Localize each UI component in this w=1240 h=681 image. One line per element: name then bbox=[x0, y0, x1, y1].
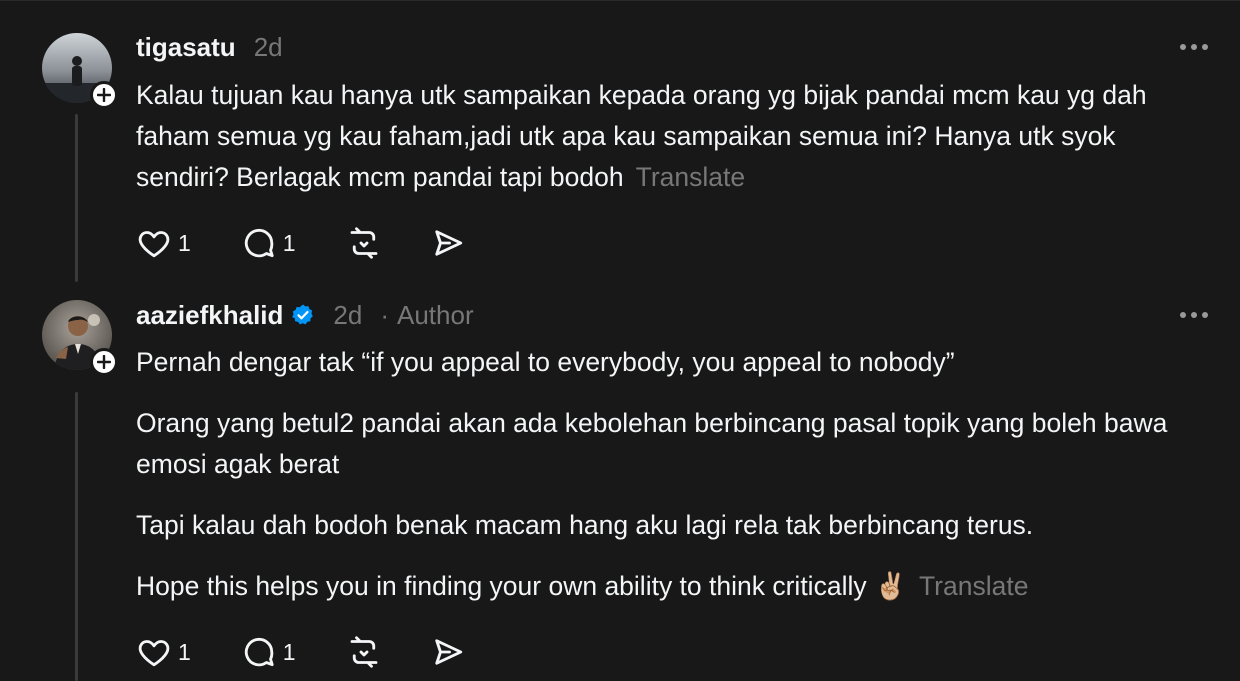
reply-button[interactable]: 1 bbox=[241, 225, 296, 261]
post-paragraph: Orang yang betul2 pandai akan ada kebole… bbox=[136, 408, 1168, 479]
post-paragraph: Tapi kalau dah bodoh benak macam hang ak… bbox=[136, 510, 1034, 540]
action-bar: 1 1 bbox=[136, 634, 466, 670]
translate-link[interactable]: Translate bbox=[636, 162, 745, 192]
repost-icon bbox=[350, 636, 378, 668]
send-icon bbox=[434, 230, 462, 256]
heart-icon bbox=[138, 231, 170, 258]
like-count: 1 bbox=[178, 638, 191, 665]
follow-plus-icon[interactable] bbox=[90, 348, 118, 376]
avatar-tigasatu[interactable] bbox=[42, 33, 118, 109]
avatar-aaziefkhalid[interactable] bbox=[42, 300, 118, 376]
author-label: Author bbox=[397, 300, 474, 330]
send-icon bbox=[434, 639, 462, 665]
more-options-icon[interactable] bbox=[1180, 312, 1208, 318]
comment-icon bbox=[244, 637, 274, 667]
post-body: Pernah dengar tak “if you appeal to ever… bbox=[136, 342, 1196, 607]
repost-icon bbox=[350, 227, 378, 259]
thread-line bbox=[75, 392, 78, 681]
post-paragraph: Pernah dengar tak “if you appeal to ever… bbox=[136, 347, 955, 377]
repost-button[interactable] bbox=[346, 225, 382, 261]
reply-button[interactable]: 1 bbox=[241, 634, 296, 670]
action-bar: 1 1 bbox=[136, 225, 466, 261]
post-header: aaziefkhalid 2d · Author bbox=[136, 299, 474, 331]
username[interactable]: tigasatu bbox=[136, 31, 236, 63]
comment-icon bbox=[244, 228, 274, 258]
separator-dot: · bbox=[380, 300, 389, 330]
share-button[interactable] bbox=[430, 225, 466, 261]
post-body: Kalau tujuan kau hanya utk sampaikan kep… bbox=[136, 75, 1196, 198]
post-paragraph: Hope this helps you in finding your own … bbox=[136, 571, 1029, 601]
like-count: 1 bbox=[178, 229, 191, 256]
like-button[interactable]: 1 bbox=[136, 634, 191, 670]
follow-plus-icon[interactable] bbox=[90, 81, 118, 109]
share-button[interactable] bbox=[430, 634, 466, 670]
like-button[interactable]: 1 bbox=[136, 225, 191, 261]
reply-count: 1 bbox=[282, 638, 296, 665]
translate-link[interactable]: Translate bbox=[919, 571, 1028, 601]
reply-count: 1 bbox=[282, 229, 296, 256]
thread-line bbox=[75, 114, 78, 282]
username[interactable]: aaziefkhalid bbox=[136, 299, 283, 331]
heart-icon bbox=[138, 640, 170, 667]
repost-button[interactable] bbox=[346, 634, 382, 670]
verified-badge-icon bbox=[291, 303, 315, 327]
top-divider bbox=[0, 0, 1240, 1]
post-header: tigasatu 2d bbox=[136, 31, 283, 63]
more-options-icon[interactable] bbox=[1180, 44, 1208, 50]
timestamp[interactable]: 2d bbox=[254, 31, 283, 63]
post-paragraph: Kalau tujuan kau hanya utk sampaikan kep… bbox=[136, 80, 1147, 192]
timestamp[interactable]: 2d bbox=[333, 299, 362, 331]
